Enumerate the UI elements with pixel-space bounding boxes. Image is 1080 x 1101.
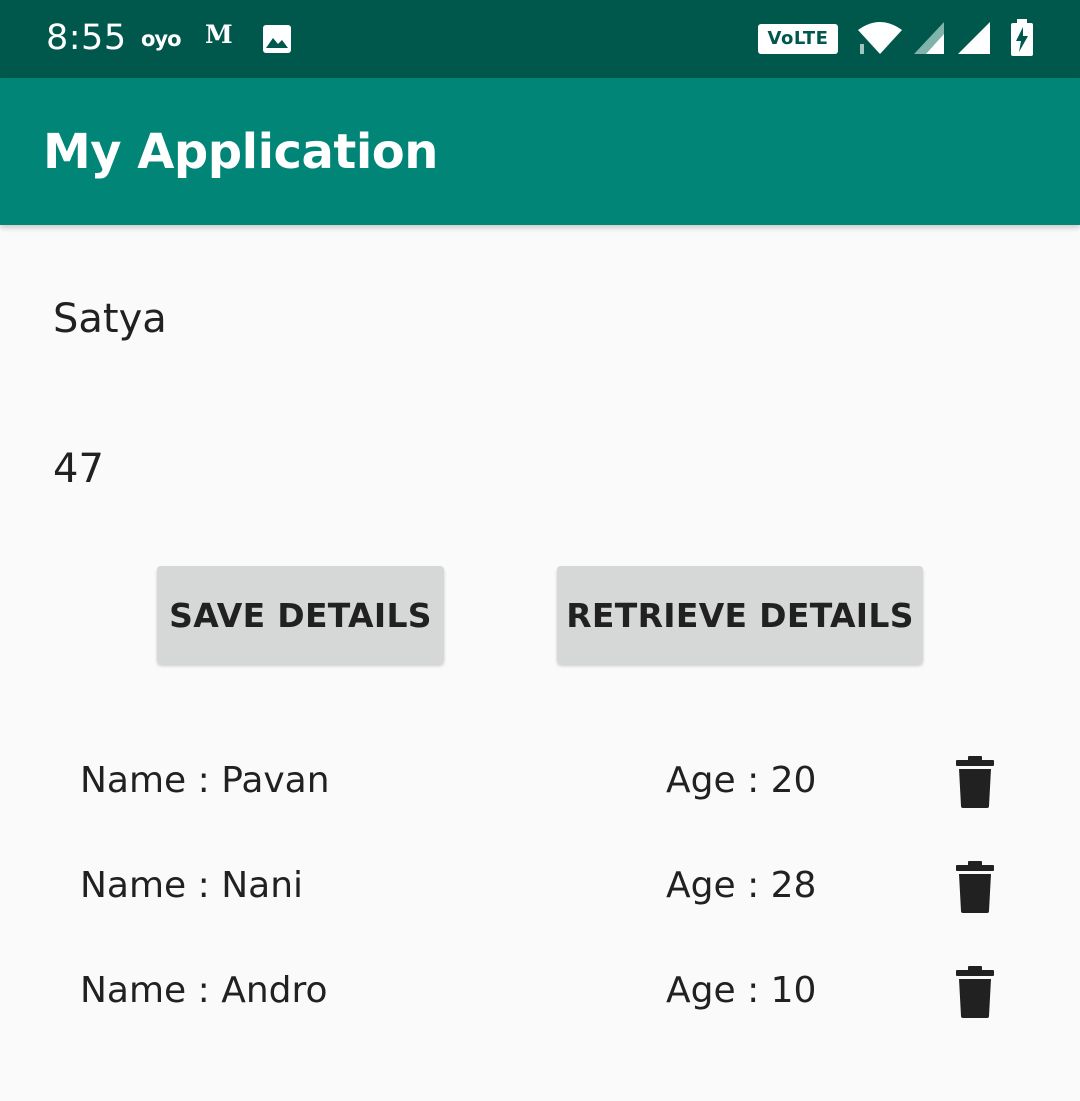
trash-icon[interactable] (955, 966, 995, 1018)
save-details-button[interactable]: SAVE DETAILS (157, 566, 444, 664)
record-age: Age : 20 (666, 760, 817, 801)
record-name: Name : Pavan (80, 760, 330, 801)
signal-icon-sim1 (914, 22, 944, 54)
age-field[interactable]: 47 (53, 446, 104, 492)
mail-notification-icon: M (205, 20, 233, 49)
status-bar: 8:55 oyo M VoLTE 1 (0, 0, 1080, 79)
retrieve-details-button[interactable]: RETRIEVE DETAILS (557, 566, 923, 664)
trash-icon[interactable] (955, 756, 995, 808)
name-field[interactable]: Satya (53, 296, 167, 342)
trash-icon[interactable] (955, 861, 995, 913)
list-item: Name : Andro Age : 10 (0, 942, 1080, 1047)
record-name: Name : Andro (80, 970, 328, 1011)
oyo-notification-icon: oyo (141, 27, 182, 51)
signal-icon-sim2 (958, 22, 990, 54)
volte-icon: VoLTE 1 (758, 24, 838, 79)
record-age: Age : 10 (666, 970, 817, 1011)
status-time: 8:55 (46, 18, 127, 58)
record-name: Name : Nani (80, 865, 304, 906)
wifi-icon (858, 22, 902, 54)
list-item: Name : Pavan Age : 20 (0, 732, 1080, 837)
app-title: My Application (43, 124, 438, 180)
image-notification-icon (263, 25, 291, 53)
app-bar: My Application (0, 78, 1080, 225)
list-item: Name : Nani Age : 28 (0, 837, 1080, 942)
battery-charging-icon (1011, 19, 1033, 56)
record-age: Age : 28 (666, 865, 817, 906)
